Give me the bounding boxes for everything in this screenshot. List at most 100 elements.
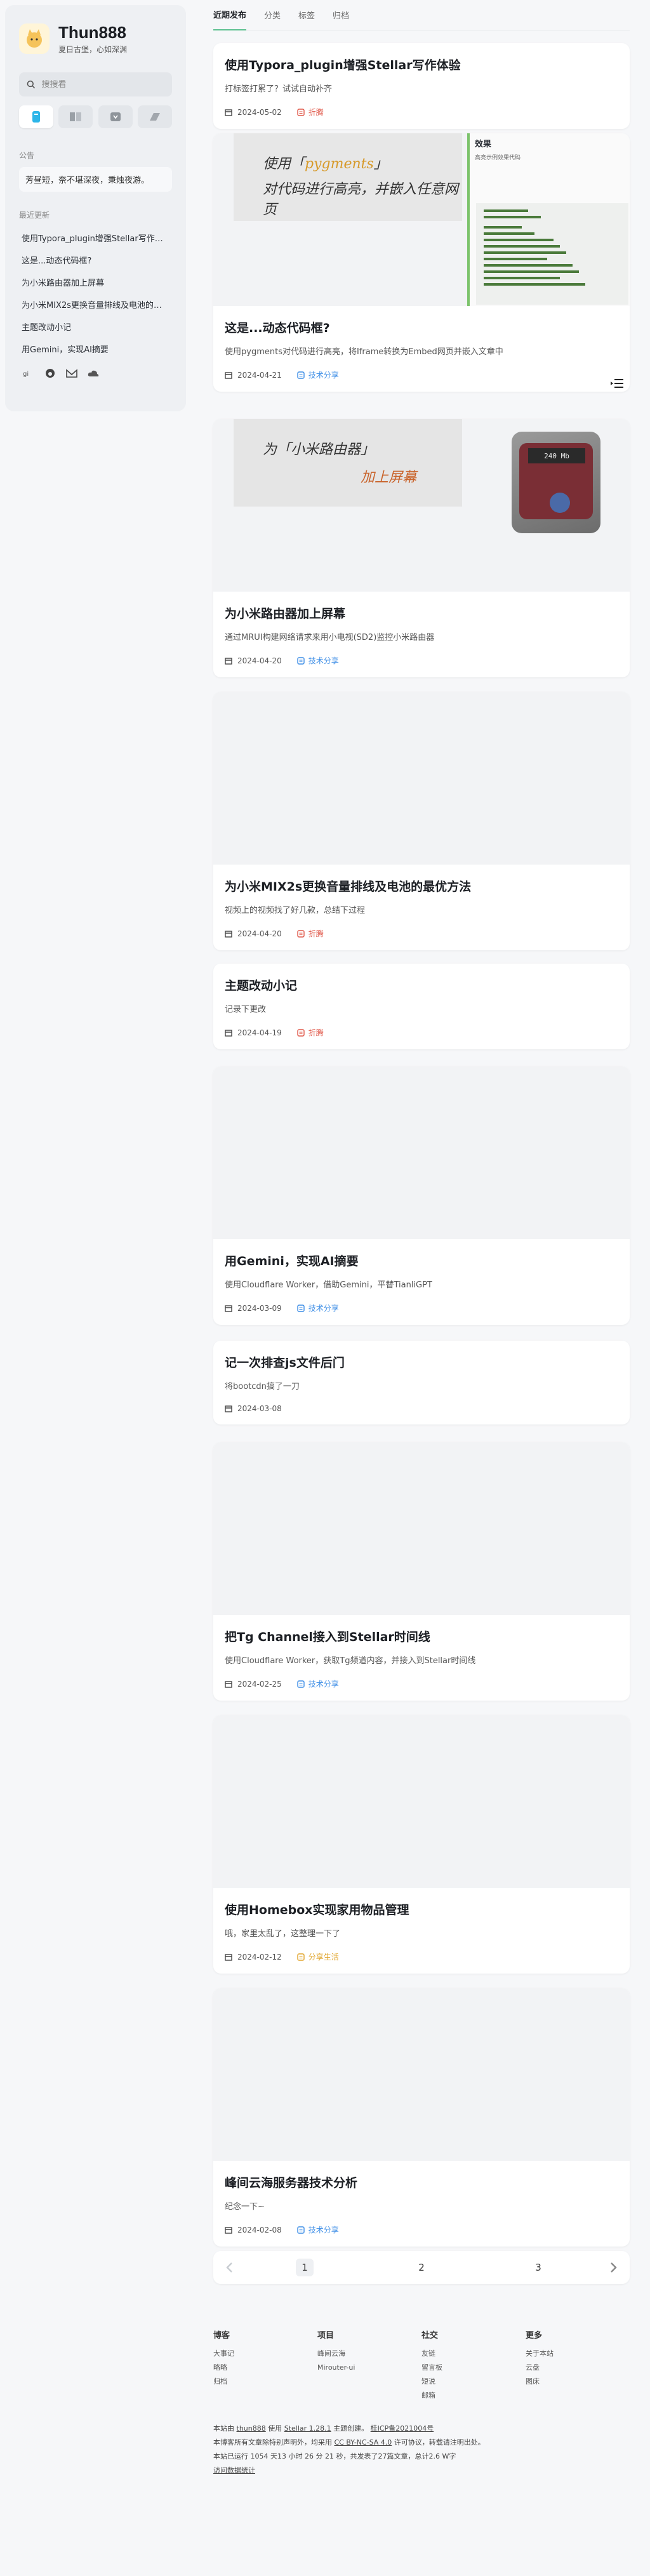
post-card[interactable]: 使用Typora_plugin增强Stellar写作体验 打标签打累了？试试自动… [213, 43, 630, 129]
github-icon[interactable] [44, 368, 56, 379]
post-category-text: 折腾 [308, 108, 324, 117]
post-category[interactable]: 技术分享 [297, 1678, 339, 1689]
post-category[interactable]: 分享生活 [297, 1951, 339, 1962]
post-category[interactable]: 折腾 [297, 107, 324, 117]
footer-link[interactable]: 峰间云海 [317, 2347, 421, 2361]
footer-link[interactable]: 邮箱 [421, 2389, 526, 2403]
footer-link[interactable]: 略略 [213, 2361, 317, 2375]
post-card[interactable]: 主题改动小记 记录下更改 2024-04-19 折腾 [213, 964, 630, 1049]
recent-list: 使用Typora_plugin增强Stellar写作体验 这是...动态代码框?… [19, 227, 172, 360]
nav-home[interactable] [19, 105, 53, 128]
post-title[interactable]: 峰间云海服务器技术分析 [225, 2174, 618, 2191]
brand[interactable]: Thun888 夏日古堡，心如深渊 [19, 23, 172, 55]
footer-link[interactable]: 短说 [421, 2375, 526, 2389]
post-card[interactable]: 峰间云海服务器技术分析 纪念一下~ 2024-02-08 技术分享 [213, 1988, 630, 2247]
post-category-text: 技术分享 [308, 1304, 339, 1313]
post-date-text: 2024-03-08 [237, 1404, 282, 1413]
tab-archive[interactable]: 归档 [333, 0, 349, 30]
toc-button[interactable] [608, 376, 626, 391]
recent-item[interactable]: 主题改动小记 [19, 315, 172, 338]
search-box[interactable] [19, 72, 172, 96]
theme-link[interactable]: Stellar 1.28.1 [284, 2424, 331, 2433]
license-link[interactable]: CC BY-NC-SA 4.0 [335, 2438, 392, 2447]
footer-link[interactable]: 云盘 [526, 2361, 630, 2375]
post-card[interactable]: 为小米MIX2s更换音量排线及电池的最优方法 视频上的视频找了好几款，总结下过程… [213, 692, 630, 950]
post-category-text: 分享生活 [308, 1953, 339, 1962]
page-number[interactable]: 2 [413, 2259, 430, 2276]
cloud-icon[interactable] [88, 369, 99, 378]
post-cover[interactable] [213, 1988, 630, 2161]
recent-item[interactable]: 为小米MIX2s更换音量排线及电池的最优方法 [19, 293, 172, 315]
footer-link[interactable]: 友链 [421, 2347, 526, 2361]
mail-icon[interactable] [66, 369, 77, 378]
post-card[interactable]: 记一次排查js文件后门 将bootcdn搞了一刀 2024-03-08 [213, 1341, 630, 1424]
footer-link[interactable]: 图床 [526, 2375, 630, 2389]
stats-link[interactable]: 访问数据统计 [213, 2466, 255, 2474]
next-page-button[interactable] [597, 2262, 630, 2273]
post-title[interactable]: 为小米MIX2s更换音量排线及电池的最优方法 [225, 877, 618, 894]
avatar[interactable] [19, 23, 50, 54]
post-card[interactable]: 使用Homebox实现家用物品管理 哦，家里太乱了，这整理一下了 2024-02… [213, 1715, 630, 1974]
chevron-left-icon [226, 2262, 232, 2273]
search-input[interactable] [41, 79, 164, 90]
post-cover[interactable]: 使用「pygments」 对代码进行高亮，并嵌入任意网页 效果 高亮示例效果代码 [213, 133, 630, 306]
author-link[interactable]: thun888 [237, 2424, 266, 2433]
social-links: gi [19, 368, 172, 379]
site-title[interactable]: Thun888 [58, 23, 127, 43]
tab-recent[interactable]: 近期发布 [213, 0, 247, 30]
post-cover[interactable] [213, 1066, 630, 1239]
post-category[interactable]: 技术分享 [297, 2224, 339, 2235]
post-cover[interactable] [213, 1442, 630, 1615]
recent-item[interactable]: 使用Typora_plugin增强Stellar写作体验 [19, 227, 172, 249]
post-title[interactable]: 为小米路由器加上屏幕 [225, 604, 618, 621]
post-title[interactable]: 用Gemini，实现AI摘要 [225, 1252, 618, 1269]
nav-notes[interactable] [137, 105, 172, 128]
post-cover[interactable]: 为「小米路由器」 加上屏幕 240 Mb [213, 419, 630, 592]
prev-page-button[interactable] [213, 2262, 246, 2273]
post-card[interactable]: 使用「pygments」 对代码进行高亮，并嵌入任意网页 效果 高亮示例效果代码 [213, 133, 630, 392]
footer-link[interactable]: 留言板 [421, 2361, 526, 2375]
post-date: 2024-02-08 [225, 2226, 282, 2234]
recent-item[interactable]: 用Gemini，实现AI摘要 [19, 338, 172, 360]
post-title[interactable]: 使用Homebox实现家用物品管理 [225, 1901, 618, 1918]
calendar-icon [225, 2226, 232, 2234]
post-date-text: 2024-04-19 [237, 1028, 282, 1037]
post-title[interactable]: 使用Typora_plugin增强Stellar写作体验 [225, 56, 618, 73]
post-category[interactable]: 技术分享 [297, 655, 339, 666]
post-card[interactable]: 用Gemini，实现AI摘要 使用Cloudflare Worker，借助Gem… [213, 1066, 630, 1325]
tab-tags[interactable]: 标签 [298, 0, 315, 30]
icp-link[interactable]: 桂ICP备2021004号 [371, 2424, 434, 2433]
home-icon [32, 111, 40, 123]
nav-wiki[interactable] [58, 105, 93, 128]
recent-item[interactable]: 这是...动态代码框? [19, 249, 172, 271]
post-card[interactable]: 把Tg Channel接入到Stellar时间线 使用Cloudflare Wo… [213, 1442, 630, 1701]
post-title[interactable]: 记一次排查js文件后门 [225, 1353, 618, 1371]
post-card[interactable]: 为「小米路由器」 加上屏幕 240 Mb 为小米路由器加上屏幕 通过MRUI构建… [213, 419, 630, 677]
nav-bookmark[interactable] [98, 105, 133, 128]
footer-text: 本站由 [213, 2424, 234, 2433]
footer-link[interactable]: 大事记 [213, 2347, 317, 2361]
tab-categories[interactable]: 分类 [264, 0, 281, 30]
post-cover[interactable] [213, 692, 630, 865]
post-title[interactable]: 把Tg Channel接入到Stellar时间线 [225, 1628, 618, 1645]
cover-line1: 为「小米路由器」 [263, 442, 375, 458]
page-numbers: 1 2 3 [246, 2259, 597, 2276]
page-number-current[interactable]: 1 [296, 2259, 314, 2276]
post-category[interactable]: 折腾 [297, 1027, 324, 1038]
post-cover[interactable] [213, 1715, 630, 1888]
footer-link[interactable]: 归档 [213, 2375, 317, 2389]
post-excerpt: 通过MRUI构建网络请求来用小电视(SD2)监控小米路由器 [225, 633, 435, 642]
recent-item[interactable]: 为小米路由器加上屏幕 [19, 271, 172, 293]
footer-stats-line: 访问数据统计 [213, 2464, 630, 2478]
footer-link[interactable]: Mirouter-ui [317, 2361, 421, 2375]
post-category[interactable]: 折腾 [297, 928, 324, 939]
page-number[interactable]: 3 [529, 2259, 547, 2276]
post-title[interactable]: 这是...动态代码框? [225, 319, 618, 336]
post-category[interactable]: 技术分享 [297, 369, 339, 380]
footer-link[interactable]: 关于本站 [526, 2347, 630, 2361]
gitee-icon[interactable]: gi [23, 369, 34, 378]
post-excerpt: 记录下更改 [225, 1005, 267, 1014]
post-date: 2024-04-21 [225, 371, 282, 380]
post-category[interactable]: 技术分享 [297, 1303, 339, 1313]
post-title[interactable]: 主题改动小记 [225, 976, 618, 993]
